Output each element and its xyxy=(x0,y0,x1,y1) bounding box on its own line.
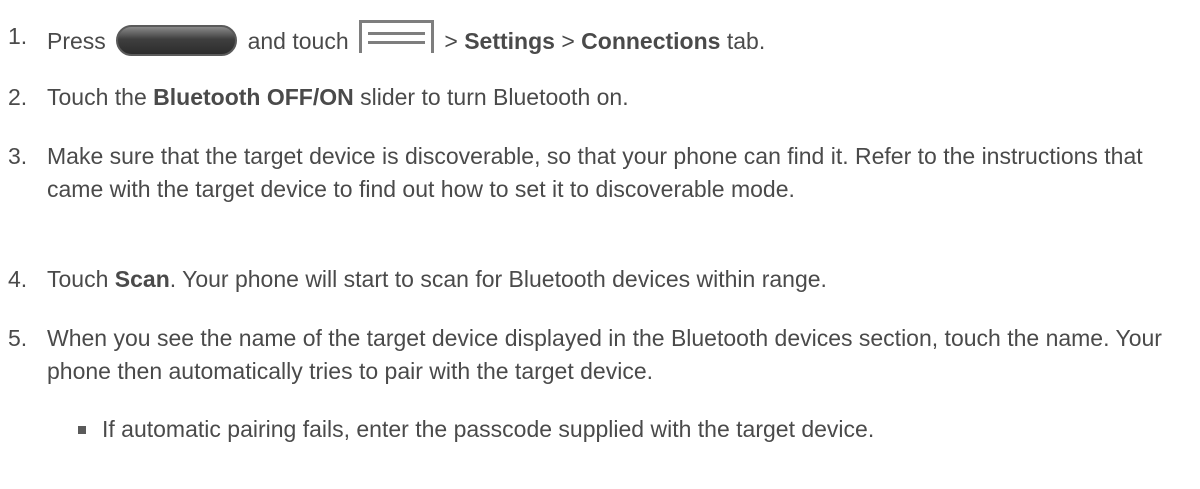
step-press-text: Press xyxy=(47,28,106,54)
step-text: Touch Scan. Your phone will start to sca… xyxy=(47,263,1186,296)
menu-icon xyxy=(359,20,434,53)
step-number: 5. xyxy=(8,325,28,351)
bullet-icon xyxy=(78,426,86,434)
step-text-before: Touch the xyxy=(47,84,154,110)
step-text: When you see the name of the target devi… xyxy=(47,325,1162,384)
connections-label: Connections xyxy=(581,28,721,54)
scan-label: Scan xyxy=(114,266,170,292)
step-text-after: . Your phone will start to scan for Blue… xyxy=(169,266,827,292)
step-and-touch-text: and touch xyxy=(247,28,349,54)
separator: > xyxy=(554,28,582,54)
step-number: 4. xyxy=(8,266,28,292)
separator: > xyxy=(438,28,465,54)
settings-label: Settings xyxy=(464,28,555,54)
sub-step-text: If automatic pairing fails, enter the pa… xyxy=(102,416,875,442)
step-number: 1. xyxy=(8,23,28,49)
tab-text: tab. xyxy=(720,28,766,54)
bluetooth-toggle-label: Bluetooth OFF/ON xyxy=(153,84,354,110)
step-text: Press and touch > Settings > Connections… xyxy=(47,20,1186,58)
step-number: 2. xyxy=(8,84,28,110)
step-text: Touch the Bluetooth OFF/ON slider to tur… xyxy=(47,81,1186,114)
step-number: 3. xyxy=(8,143,28,169)
step-text-after: slider to turn Bluetooth on. xyxy=(353,84,629,110)
home-key-icon xyxy=(116,25,238,56)
step-text-before: Touch xyxy=(47,266,115,292)
step-text: Make sure that the target device is disc… xyxy=(47,143,1143,202)
